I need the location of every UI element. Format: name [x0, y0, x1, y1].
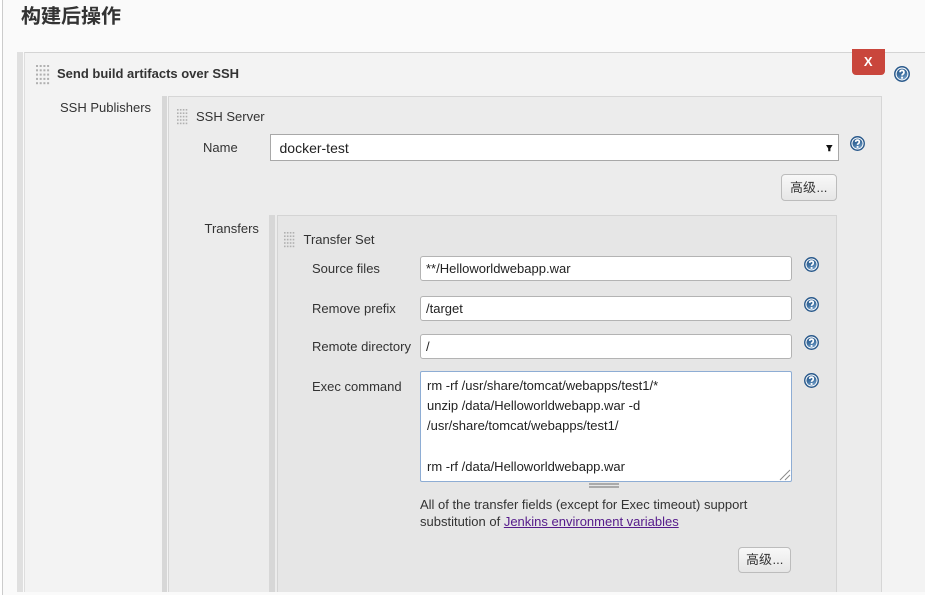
svg-text:...: ...: [772, 552, 783, 567]
svg-text:...: ...: [817, 180, 828, 195]
